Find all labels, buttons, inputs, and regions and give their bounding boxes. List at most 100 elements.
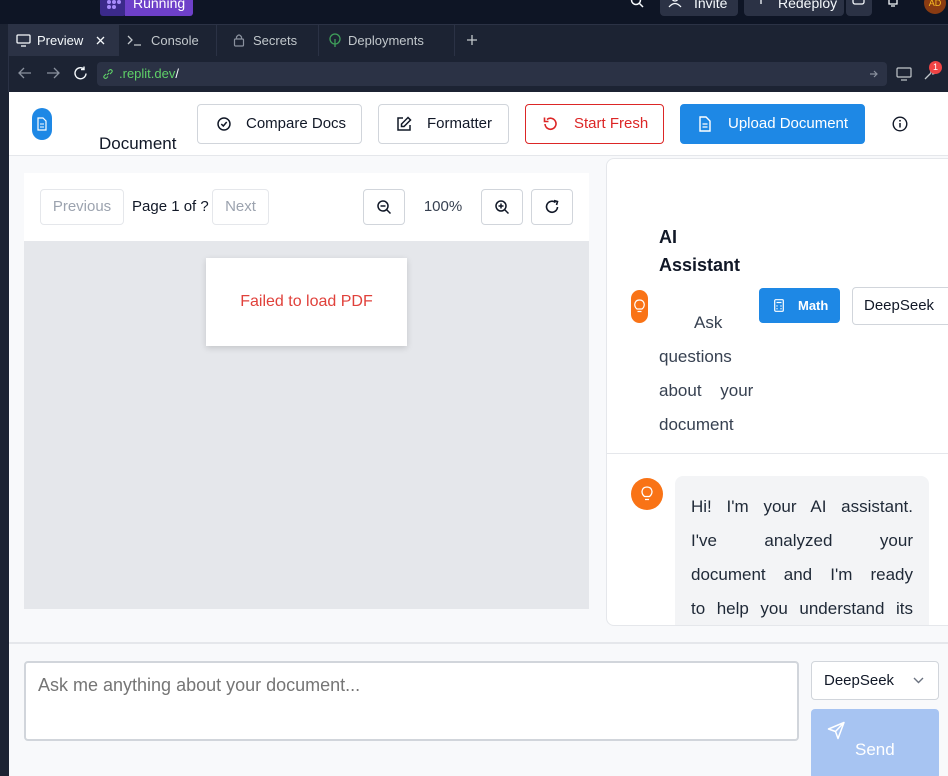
- ai-title-line: Assistant: [659, 255, 741, 275]
- devices-icon[interactable]: [896, 67, 912, 81]
- url-input[interactable]: .replit.dev/: [97, 62, 887, 86]
- app-header: Document Compare Docs Formatter Start Fr…: [9, 92, 948, 156]
- run-icon[interactable]: [100, 0, 126, 16]
- formatter-button[interactable]: Formatter: [378, 104, 509, 144]
- ai-title: AI Assistant: [659, 223, 740, 279]
- replit-topbar: Running Invite Redeploy AD: [0, 0, 948, 24]
- document-icon: [37, 117, 47, 131]
- zoom-out-icon: [377, 200, 392, 215]
- rotate-icon: [545, 199, 559, 213]
- upload-document-label: Upload Document: [728, 115, 849, 132]
- ai-avatar: [631, 290, 648, 323]
- add-user-icon: [668, 0, 682, 8]
- zoom-level: 100%: [423, 198, 463, 215]
- ai-message-line: I've analyzed your: [691, 531, 913, 550]
- chat-composer: DeepSeek Send: [9, 642, 948, 776]
- back-icon[interactable]: [18, 67, 32, 79]
- previous-page-button[interactable]: Previous: [40, 189, 124, 225]
- refresh-icon[interactable]: [73, 66, 88, 81]
- ai-subtitle: Ask questions about your document: [659, 306, 769, 442]
- monitor-icon: [16, 34, 31, 47]
- edit-icon: [397, 116, 412, 131]
- file-icon: [699, 116, 711, 132]
- window-icon: [852, 0, 865, 5]
- math-mode-button[interactable]: Math: [759, 288, 840, 323]
- bell-icon[interactable]: [886, 0, 900, 8]
- composer-model-value: DeepSeek: [824, 672, 895, 689]
- refresh-pdf-button[interactable]: [531, 189, 573, 225]
- tab-preview[interactable]: Preview: [9, 25, 119, 56]
- send-icon: [827, 721, 845, 740]
- check-circle-icon: [217, 117, 231, 131]
- url-bar: .replit.dev/ 1: [8, 56, 948, 92]
- compare-docs-button[interactable]: Compare Docs: [197, 104, 362, 144]
- tab-label: Preview: [37, 33, 84, 48]
- go-arrow-icon[interactable]: [869, 69, 879, 79]
- deploy-icon: [760, 0, 762, 4]
- lightbulb-icon: [641, 486, 653, 501]
- ai-model-select[interactable]: DeepSeek: [852, 287, 948, 325]
- formatter-label: Formatter: [427, 115, 493, 132]
- pdf-viewer: Previous Page 1 of ? Next 100% Failed to…: [24, 173, 589, 609]
- redeploy-button[interactable]: Redeploy: [744, 0, 844, 16]
- deployments-icon: [329, 33, 341, 47]
- invite-button[interactable]: Invite: [660, 0, 738, 16]
- start-fresh-label: Start Fresh: [574, 115, 649, 132]
- chevron-down-icon: [913, 677, 924, 684]
- app-preview: Document Compare Docs Formatter Start Fr…: [9, 92, 948, 776]
- tab-label: Console: [151, 33, 199, 48]
- page-title: Document: [99, 134, 177, 153]
- ai-message-line: document and I'm ready: [691, 565, 913, 584]
- pdf-error-message: Failed to load PDF: [240, 293, 373, 310]
- tab-secrets[interactable]: Secrets: [217, 25, 319, 56]
- ai-title-line: AI: [659, 227, 677, 247]
- pdf-error-card: Failed to load PDF: [206, 258, 407, 346]
- tab-deployments[interactable]: Deployments: [319, 25, 455, 56]
- ai-subtitle-line: document: [659, 415, 734, 434]
- terminal-icon: [127, 35, 141, 46]
- tab-label: Secrets: [253, 33, 298, 48]
- ai-message-line: Hi! I'm your AI assistant.: [691, 497, 913, 516]
- url-host: .replit.dev: [119, 66, 176, 81]
- close-icon[interactable]: [96, 36, 105, 45]
- start-fresh-button[interactable]: Start Fresh: [525, 104, 664, 144]
- reset-icon: [543, 117, 557, 130]
- info-icon[interactable]: [892, 116, 908, 132]
- upload-document-button[interactable]: Upload Document: [680, 104, 865, 144]
- url-path: /: [175, 66, 179, 81]
- ai-panel-header: AI Assistant Ask questions about your do…: [607, 159, 948, 454]
- invite-label: Invite: [694, 0, 728, 11]
- link-icon: [103, 69, 113, 79]
- lock-icon: [233, 34, 245, 47]
- add-tab-icon[interactable]: [466, 34, 478, 46]
- next-page-button[interactable]: Next: [212, 189, 269, 225]
- running-status-badge[interactable]: Running: [125, 0, 194, 16]
- page-indicator: Page 1 of ?: [132, 198, 209, 215]
- forward-icon[interactable]: [46, 67, 60, 79]
- ai-message-bubble: Hi! I'm your AI assistant. I've analyzed…: [675, 476, 929, 625]
- open-new-tab-button[interactable]: [846, 0, 872, 16]
- math-label: Math: [798, 298, 829, 313]
- question-input[interactable]: [24, 661, 799, 741]
- lightbulb-icon: [634, 299, 645, 313]
- ai-subtitle-line: about your: [659, 381, 754, 400]
- send-label: Send: [855, 740, 895, 759]
- tab-label: Deployments: [348, 33, 424, 48]
- zoom-out-button[interactable]: [363, 189, 405, 225]
- ai-assistant-panel: AI Assistant Ask questions about your do…: [606, 158, 948, 626]
- ai-subtitle-line: Ask: [694, 313, 723, 332]
- compare-docs-label: Compare Docs: [246, 115, 347, 132]
- composer-model-select[interactable]: DeepSeek: [811, 661, 939, 700]
- ai-message-line: to help you understand its: [691, 599, 913, 618]
- app-logo: [32, 108, 52, 140]
- avatar[interactable]: AD: [924, 0, 946, 14]
- tab-console[interactable]: Console: [119, 25, 217, 56]
- calculator-icon: [774, 299, 784, 312]
- search-icon[interactable]: [630, 0, 644, 8]
- ai-subtitle-line: questions: [659, 347, 732, 366]
- zoom-in-icon: [495, 200, 510, 215]
- ai-message-avatar: [631, 478, 663, 510]
- notification-badge: 1: [929, 61, 942, 74]
- send-button[interactable]: Send: [811, 709, 939, 776]
- zoom-in-button[interactable]: [481, 189, 523, 225]
